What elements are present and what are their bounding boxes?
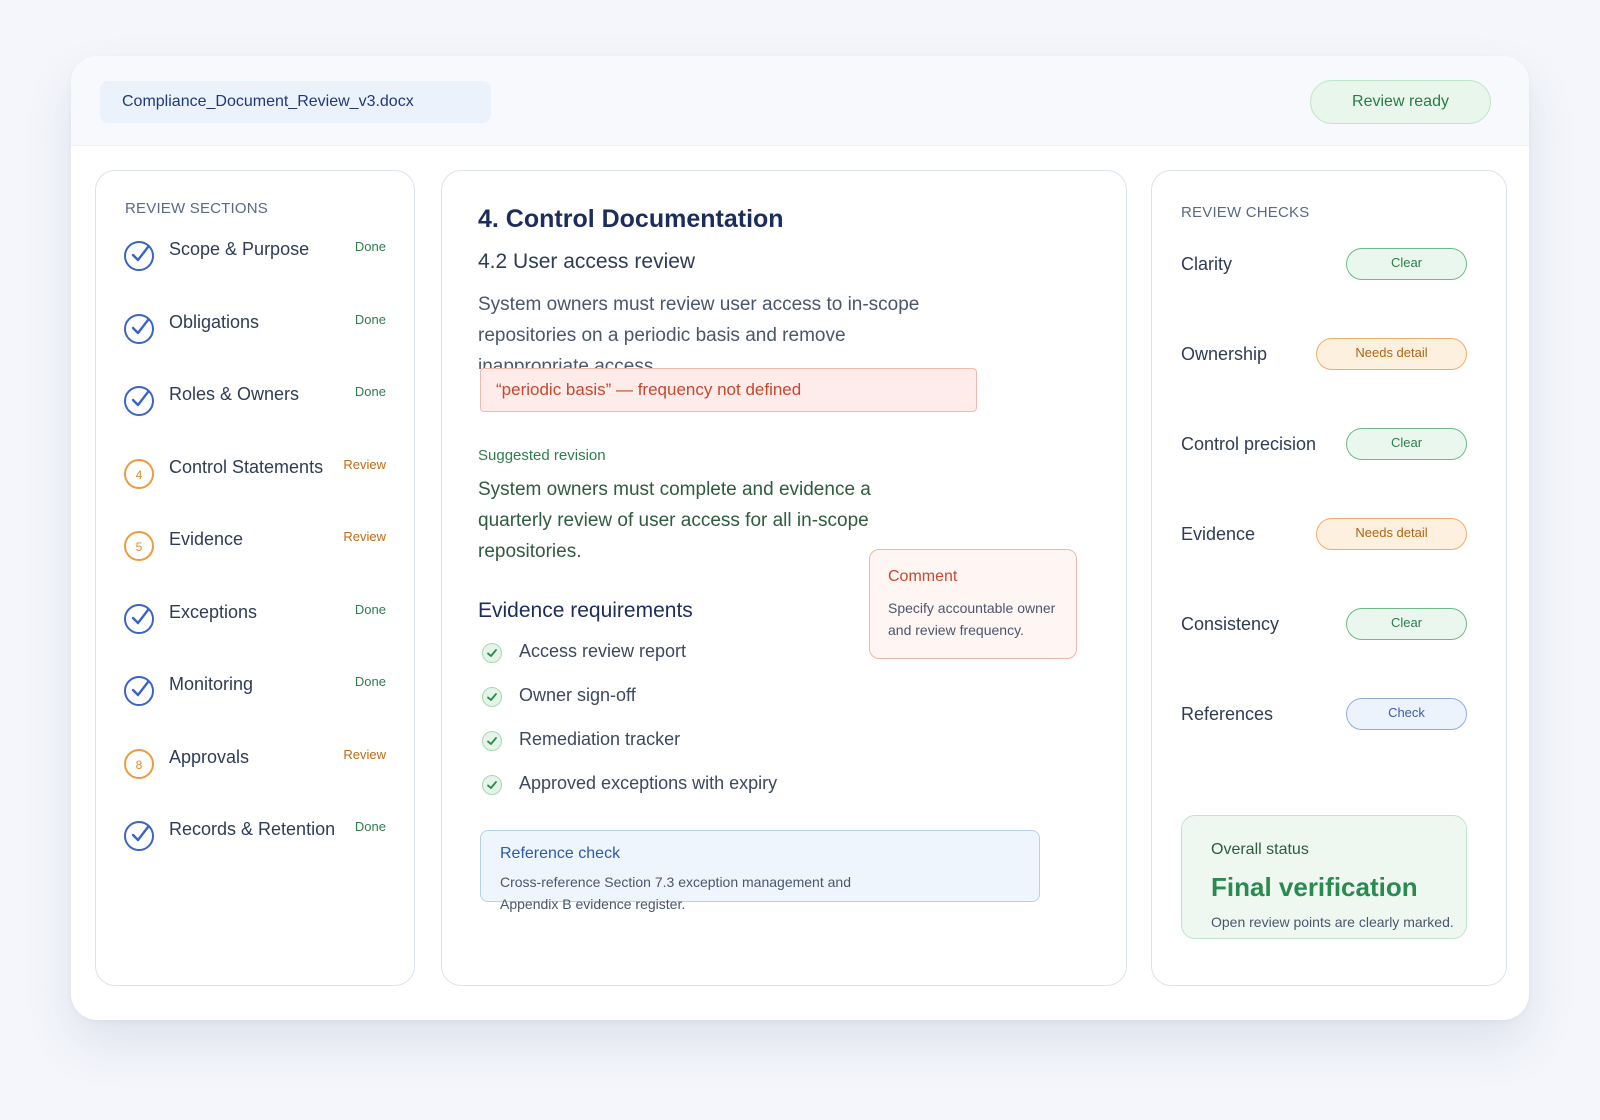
evidence-item-text: Owner sign-off: [519, 685, 636, 705]
document-title: 4. Control Documentation: [478, 205, 784, 233]
overall-status-title: Final verification: [1211, 872, 1418, 902]
section-item-approvals[interactable]: 8 Approvals Review: [124, 745, 386, 785]
section-status: Review: [343, 529, 386, 544]
section-status: Review: [343, 747, 386, 762]
section-item-monitoring[interactable]: Monitoring Done: [124, 672, 386, 712]
document-body-text[interactable]: System owners must review user access to…: [478, 289, 948, 369]
check-badge-icon: [482, 775, 502, 795]
check-badge-icon: [482, 687, 502, 707]
section-label: Records & Retention: [169, 819, 336, 839]
section-label: Exceptions: [169, 602, 258, 622]
section-label: Monitoring: [169, 674, 254, 694]
check-status-pill[interactable]: Needs detail: [1316, 518, 1467, 550]
review-sections-heading: REVIEW SECTIONS: [125, 200, 269, 217]
overall-status-note: Open review points are clearly marked.: [1211, 914, 1454, 930]
section-status: Done: [354, 819, 386, 834]
top-bar: Compliance_Document_Review_v3.docx Revie…: [71, 56, 1529, 146]
review-sections-panel: REVIEW SECTIONS Scope & Purpose Done Obl…: [95, 170, 415, 986]
check-label: Consistency: [1181, 614, 1280, 634]
check-circle-icon: [124, 241, 154, 271]
evidence-item: Approved exceptions with expiry: [482, 771, 842, 795]
section-item-control-statements[interactable]: 4 Control Statements Review: [124, 455, 386, 495]
overall-status-label: Overall status: [1211, 841, 1309, 858]
section-item-roles-owners[interactable]: Roles & Owners Done: [124, 382, 386, 422]
check-status-pill[interactable]: Needs detail: [1316, 338, 1467, 370]
reference-check-text: Cross-reference Section 7.3 exception ma…: [500, 874, 851, 912]
numbered-circle-icon: 5: [124, 531, 154, 561]
check-label: References: [1181, 704, 1274, 724]
check-circle-icon: [124, 821, 154, 851]
check-badge-icon: [482, 643, 502, 663]
section-item-scope-purpose[interactable]: Scope & Purpose Done: [124, 237, 386, 277]
section-item-records-retention[interactable]: Records & Retention Done: [124, 817, 386, 857]
suggested-revision-label: Suggested revision: [478, 447, 606, 464]
section-label: Scope & Purpose: [169, 239, 310, 259]
filename-chip[interactable]: Compliance_Document_Review_v3.docx: [100, 81, 491, 123]
evidence-item: Owner sign-off: [482, 683, 842, 707]
check-row-references: References Check: [1181, 698, 1467, 730]
section-label: Approvals: [169, 747, 250, 767]
check-badge-icon: [482, 731, 502, 751]
section-status: Done: [354, 602, 386, 617]
numbered-circle-icon: 8: [124, 749, 154, 779]
document-subtitle: 4.2 User access review: [478, 250, 696, 273]
check-row-ownership: Ownership Needs detail: [1181, 338, 1467, 370]
review-checks-heading: REVIEW CHECKS: [1181, 204, 1310, 221]
numbered-circle-icon: 4: [124, 459, 154, 489]
check-row-evidence: Evidence Needs detail: [1181, 518, 1467, 550]
check-row-control-precision: Control precision Clear: [1181, 428, 1467, 460]
section-status: Done: [354, 239, 386, 254]
section-label: Roles & Owners: [169, 384, 300, 404]
check-label: Clarity: [1181, 254, 1233, 274]
evidence-item-text: Approved exceptions with expiry: [519, 773, 778, 793]
comment-title: Comment: [888, 568, 958, 585]
section-item-exceptions[interactable]: Exceptions Done: [124, 600, 386, 640]
check-circle-icon: [124, 386, 154, 416]
section-item-obligations[interactable]: Obligations Done: [124, 310, 386, 350]
check-label: Control precision: [1181, 434, 1317, 454]
check-row-clarity: Clarity Clear: [1181, 248, 1467, 280]
check-status-pill[interactable]: Clear: [1346, 428, 1467, 460]
check-circle-icon: [124, 314, 154, 344]
check-label: Ownership: [1181, 344, 1268, 364]
evidence-item: Access review report: [482, 639, 842, 663]
check-status-pill[interactable]: Check: [1346, 698, 1467, 730]
section-number: 5: [135, 540, 143, 554]
section-status: Review: [343, 457, 386, 472]
check-label: Evidence: [1181, 524, 1256, 544]
section-status: Done: [354, 674, 386, 689]
check-circle-icon: [124, 604, 154, 634]
check-circle-icon: [124, 676, 154, 706]
review-ready-status[interactable]: Review ready: [1310, 80, 1491, 124]
reference-check-title: Reference check: [500, 845, 621, 862]
section-label: Evidence: [169, 529, 244, 549]
comment-card[interactable]: Comment Specify accountable owner and re…: [869, 549, 1077, 659]
check-row-consistency: Consistency Clear: [1181, 608, 1467, 640]
reference-check-card[interactable]: Reference check Cross-reference Section …: [480, 830, 1040, 912]
section-label: Control Statements: [169, 457, 324, 477]
evidence-item: Remediation tracker: [482, 727, 842, 751]
overall-status-card: Overall status Final verification Open r…: [1181, 815, 1467, 939]
app-window: Compliance_Document_Review_v3.docx Revie…: [71, 56, 1529, 1020]
evidence-requirements-heading: Evidence requirements: [478, 599, 693, 622]
document-panel: 4. Control Documentation 4.2 User access…: [441, 170, 1127, 986]
section-status: Done: [354, 384, 386, 399]
check-status-pill[interactable]: Clear: [1346, 608, 1467, 640]
issue-flag[interactable]: “periodic basis” — frequency not defined: [480, 368, 977, 412]
evidence-item-text: Access review report: [519, 641, 687, 661]
suggested-revision-text[interactable]: System owners must complete and evidence…: [478, 474, 898, 567]
section-number: 8: [135, 758, 143, 772]
section-number: 4: [135, 468, 143, 482]
comment-text: Specify accountable owner and review fre…: [888, 600, 1056, 638]
evidence-item-text: Remediation tracker: [519, 729, 681, 749]
review-checks-panel: REVIEW CHECKS Clarity Clear Ownership Ne…: [1151, 170, 1507, 986]
section-status: Done: [354, 312, 386, 327]
check-status-pill[interactable]: Clear: [1346, 248, 1467, 280]
section-label: Obligations: [169, 312, 260, 332]
section-item-evidence[interactable]: 5 Evidence Review: [124, 527, 386, 567]
